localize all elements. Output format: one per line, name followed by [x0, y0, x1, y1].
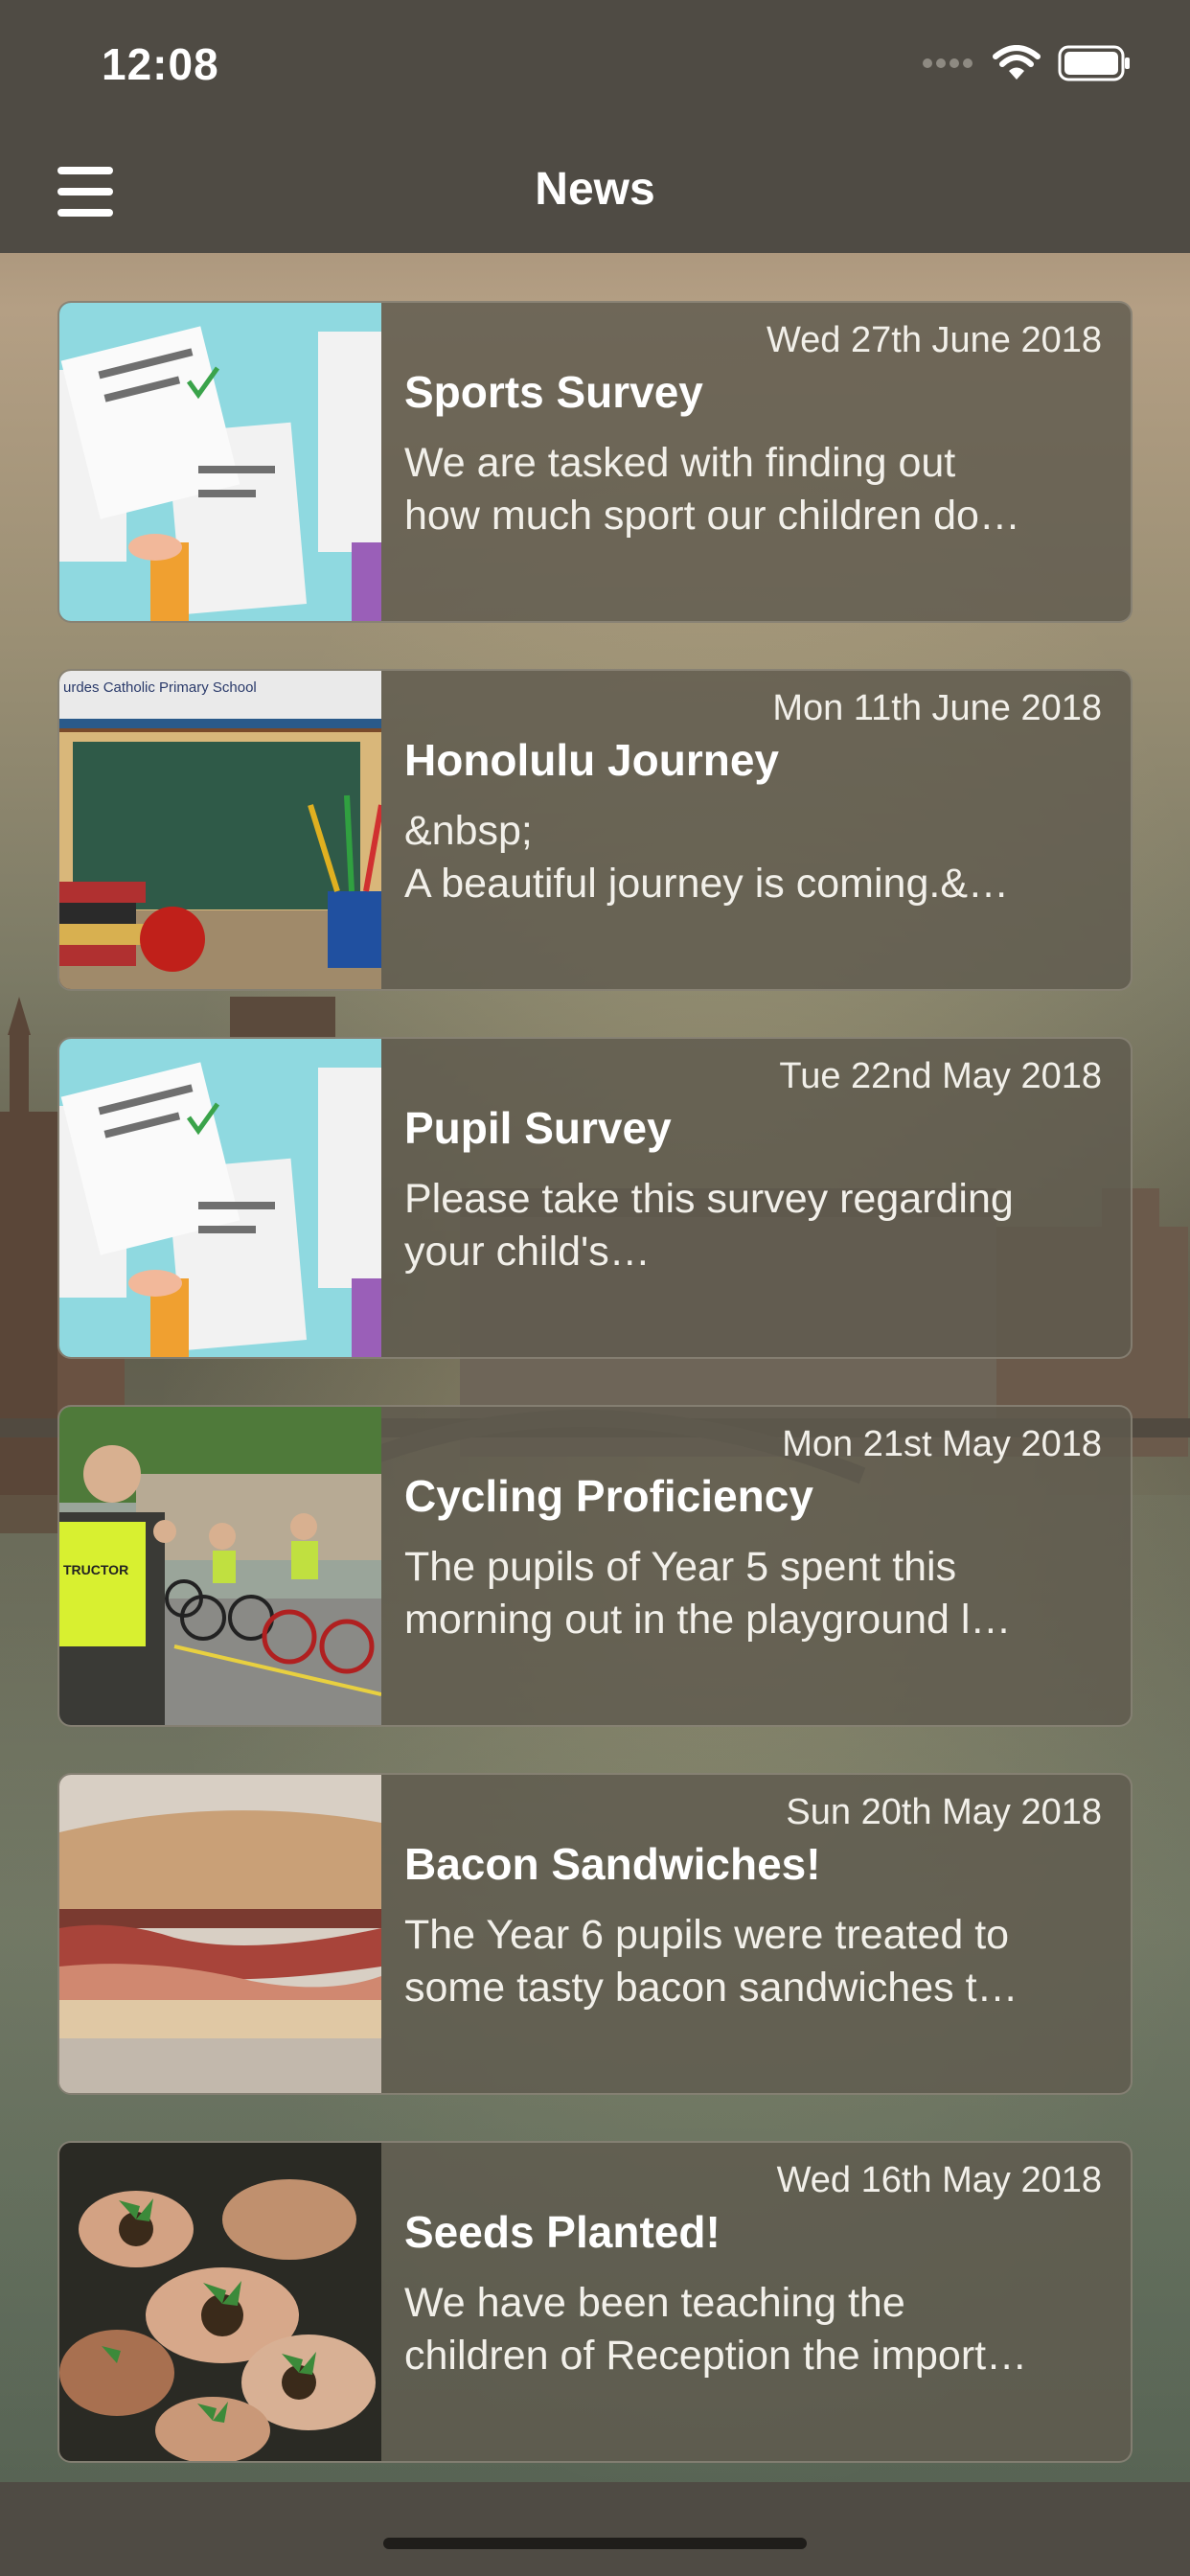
news-snippet: &nbsp; A beautiful journey is coming.&… [404, 808, 1009, 907]
news-card[interactable]: Wed 27th June 2018 Sports Survey We are … [57, 301, 1133, 623]
news-thumbnail: urdes Catholic Primary School [59, 671, 381, 989]
news-card[interactable]: urdes Catholic Primary School Mon 11th J… [57, 669, 1133, 991]
news-date: Tue 22nd May 2018 [779, 1056, 1102, 1096]
news-thumbnail [59, 1775, 381, 2093]
news-thumbnail [59, 2143, 381, 2461]
news-title: Pupil Survey [404, 1103, 672, 1153]
thumbnail-school-text: urdes Catholic Primary School [63, 679, 257, 696]
news-title: Honolulu Journey [404, 735, 779, 785]
news-date: Mon 21st May 2018 [782, 1424, 1102, 1464]
bottom-bar [0, 2482, 1190, 2576]
status-time: 12:08 [102, 39, 219, 89]
navigation-bar: News [0, 134, 1190, 253]
news-title: Bacon Sandwiches! [404, 1839, 821, 1889]
news-title: Sports Survey [404, 367, 703, 417]
school-chalkboard-image: urdes Catholic Primary School [59, 671, 381, 989]
survey-papers-image [59, 1039, 381, 1357]
news-snippet: We have been teaching the children of Re… [404, 2280, 1028, 2379]
news-screen: 12:08 News Wed 27th June 2018 Sports Sur… [0, 0, 1190, 2576]
news-snippet: We are tasked with finding out how much … [404, 440, 1020, 539]
news-title: Cycling Proficiency [404, 1471, 813, 1521]
news-date: Wed 16th May 2018 [776, 2160, 1102, 2200]
bacon-sandwich-image [59, 1775, 381, 2093]
cycling-children-image: TRUCTOR [59, 1407, 381, 1725]
news-snippet: Please take this survey regarding your c… [404, 1176, 1014, 1275]
news-snippet: The pupils of Year 5 spent this morning … [404, 1544, 1012, 1643]
status-bar: 12:08 [0, 0, 1190, 134]
home-indicator[interactable] [383, 2538, 807, 2549]
news-thumbnail: TRUCTOR [59, 1407, 381, 1725]
news-card[interactable]: Tue 22nd May 2018 Pupil Survey Please ta… [57, 1037, 1133, 1359]
news-title: Seeds Planted! [404, 2207, 721, 2257]
page-title: News [535, 164, 655, 215]
battery-icon [1058, 45, 1130, 81]
news-date: Sun 20th May 2018 [786, 1792, 1102, 1832]
news-card[interactable]: TRUCTOR Mon 21st May 2018 Cycling Profic… [57, 1405, 1133, 1727]
thumbnail-vest-text: TRUCTOR [63, 1562, 128, 1577]
signal-icon [923, 58, 973, 68]
news-card[interactable]: Wed 16th May 2018 Seeds Planted! We have… [57, 2141, 1133, 2463]
news-date: Wed 27th June 2018 [766, 320, 1102, 360]
news-thumbnail [59, 303, 381, 621]
news-date: Mon 11th June 2018 [772, 688, 1102, 728]
survey-papers-image [59, 303, 381, 621]
news-snippet: The Year 6 pupils were treated to some t… [404, 1912, 1018, 2011]
hands-seedlings-image [59, 2143, 381, 2461]
news-thumbnail [59, 1039, 381, 1357]
news-card[interactable]: Sun 20th May 2018 Bacon Sandwiches! The … [57, 1773, 1133, 2095]
status-icons [922, 42, 1131, 84]
wifi-icon [993, 45, 1041, 80]
